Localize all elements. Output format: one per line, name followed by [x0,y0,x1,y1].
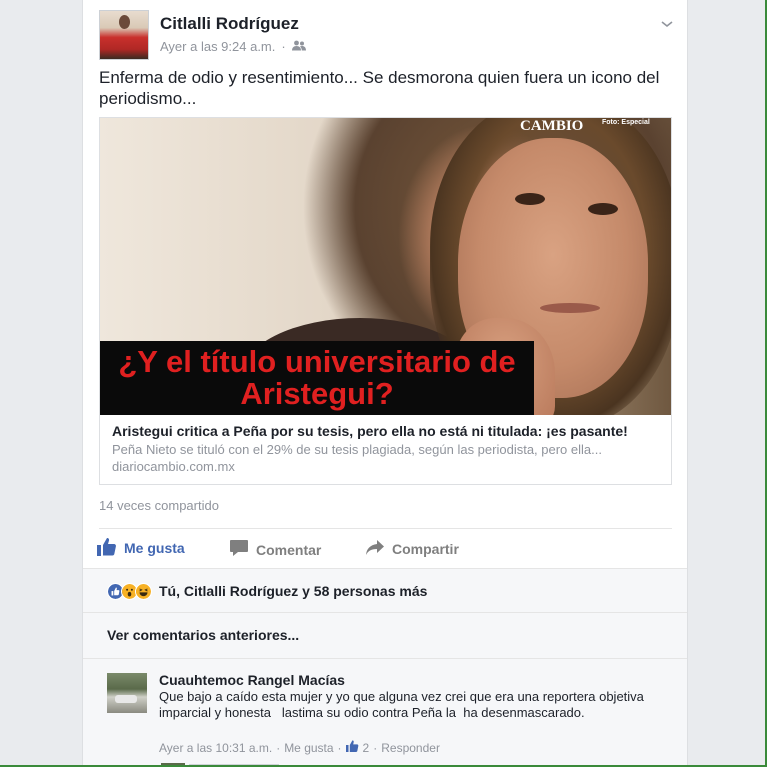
post-timestamp[interactable]: Ayer a las 9:24 a.m. [160,39,275,54]
comment-text: Que bajo a caído esta mujer y yo que alg… [159,689,648,720]
like-button[interactable]: Me gusta [97,537,185,559]
comment-reply-link[interactable]: Responder [381,741,440,755]
link-preview[interactable]: CAMBIO Foto: Especial ¿Y el título unive… [99,117,672,485]
link-domain: diariocambio.com.mx [112,459,235,474]
share-count[interactable]: 14 veces compartido [99,498,219,513]
comment-meta-separator: · [373,740,378,755]
like-label: Me gusta [124,540,185,556]
post-meta: Ayer a las 9:24 a.m. · [160,39,306,54]
post-options-chevron-icon[interactable] [659,16,675,32]
comment-time[interactable]: Ayer a las 10:31 a.m. [159,741,272,755]
comment-meta-separator: · [276,740,281,755]
share-button[interactable]: Compartir [365,539,459,559]
comment-like-count[interactable]: 2 [363,741,370,755]
link-image[interactable]: CAMBIO Foto: Especial ¿Y el título unive… [100,118,671,415]
commenter-avatar[interactable] [107,673,147,713]
comment-bubble-icon [229,539,249,560]
haha-icon [135,583,152,600]
author-name[interactable]: Citlalli Rodríguez [160,14,299,34]
comment-label: Comentar [256,541,322,558]
comment-meta: Ayer a las 10:31 a.m. · Me gusta · 2 · R… [159,740,440,755]
post-card: Citlalli Rodríguez Ayer a las 9:24 a.m. … [82,0,688,767]
share-label: Compartir [392,541,459,557]
link-info[interactable]: Aristegui critica a Peña por su tesis, p… [100,415,671,484]
reactions-summary: Tú, Citlalli Rodríguez y 58 personas más [83,568,687,613]
link-description: Peña Nieto se tituló con el 29% de su te… [112,442,602,457]
action-bar: Me gusta Comentar Compartir [97,536,677,560]
view-previous-comments-link[interactable]: Ver comentarios anteriores... [107,627,299,643]
author-avatar[interactable] [99,10,149,60]
thumbs-up-icon [97,537,117,559]
comment-like-thumb-icon [345,740,359,755]
image-watermark: CAMBIO [520,118,584,134]
link-title[interactable]: Aristegui critica a Peña por su tesis, p… [112,423,659,439]
comment-button[interactable]: Comentar [229,539,321,560]
image-photo-credit: Foto: Especial [602,119,650,126]
reactions-summary-text[interactable]: Tú, Citlalli Rodríguez y 58 personas más [159,583,427,599]
reaction-icons[interactable] [107,583,152,600]
meta-separator: · [281,39,286,54]
previous-comments-bar: Ver comentarios anteriores... [83,613,687,659]
friends-icon[interactable] [291,39,306,54]
comment-like-link[interactable]: Me gusta [284,741,333,755]
comments-section: Cuauhtemoc Rangel Macías Que bajo a caíd… [83,659,687,767]
comment-meta-separator: · [337,740,342,755]
divider [99,528,672,529]
share-arrow-icon [365,539,385,559]
image-banner-text: ¿Y el título universitario de Aristegui? [118,344,516,411]
post-text: Enferma de odio y resentimiento... Se de… [99,68,660,108]
comment-author[interactable]: Cuauhtemoc Rangel Macías [159,672,345,688]
